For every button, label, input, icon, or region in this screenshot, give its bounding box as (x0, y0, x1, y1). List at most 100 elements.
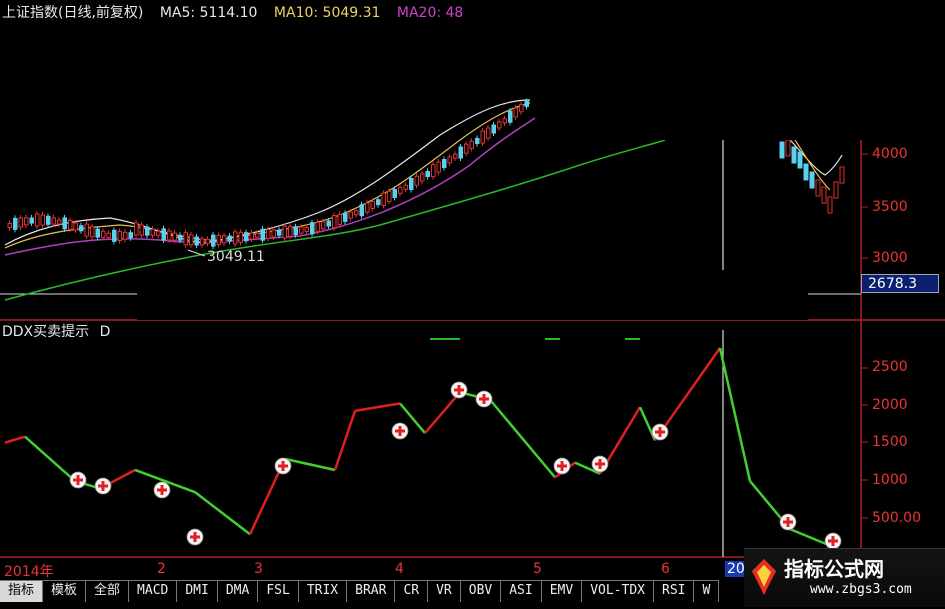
tab-rsi[interactable]: RSI (654, 580, 695, 602)
ddx-segment (333, 410, 357, 471)
candle-body (513, 107, 518, 118)
candle-body (392, 188, 397, 198)
tab-asi[interactable]: ASI (501, 580, 542, 602)
tab-w[interactable]: W (694, 580, 720, 602)
candle-body (365, 202, 370, 213)
candle-body (282, 225, 287, 239)
candle-body (403, 184, 408, 190)
candle-body (51, 217, 56, 225)
candle-body (178, 234, 183, 241)
tab-indicator[interactable]: 指标 (0, 580, 44, 602)
tab-obv[interactable]: OBV (460, 580, 502, 602)
candle-body (469, 140, 474, 149)
candle-body (833, 181, 839, 199)
candle-body (797, 151, 803, 169)
watermark-logo-icon (752, 559, 776, 595)
candle-body (101, 230, 106, 238)
ddx-buy-markers (69, 381, 842, 550)
buy-marker-icon (94, 477, 112, 495)
ddx-segment (354, 402, 401, 413)
current-price-box: 2678.3 (861, 274, 939, 293)
candle-body (288, 225, 293, 237)
candle-body (387, 190, 392, 202)
ma10-line (4, 102, 531, 249)
candle-body (348, 211, 353, 219)
tab-all[interactable]: 全部 (86, 580, 130, 602)
candle-body (150, 228, 155, 236)
chart-window: 上证指数(日线,前复权) MA5: 5114.10 MA10: 5049.31 … (0, 0, 945, 609)
candle-body (524, 100, 529, 107)
candle-body (354, 210, 359, 216)
candle-body (464, 143, 469, 154)
tab-brar[interactable]: BRAR (347, 580, 396, 602)
tab-macd[interactable]: MACD (129, 580, 178, 602)
price-label-4000: 4000 (872, 146, 908, 162)
candle-body (304, 226, 309, 232)
candle-body (475, 137, 480, 144)
candle-body (183, 232, 188, 246)
tab-cr[interactable]: CR (395, 580, 429, 602)
tab-dmi[interactable]: DMI (177, 580, 218, 602)
buy-marker-icon (824, 532, 842, 550)
indicator-title-suffix: D (99, 324, 111, 340)
candle-body (260, 228, 265, 241)
ddx-label-1500: 1500 (872, 434, 908, 450)
candle-body (337, 214, 342, 226)
candle-body (370, 200, 375, 209)
buy-marker-icon (391, 422, 409, 440)
candle-body (73, 222, 78, 231)
candle-body (414, 175, 419, 186)
watermark-title: 指标公式网 (784, 557, 884, 581)
candle-body (194, 236, 199, 246)
candle-body (508, 110, 513, 123)
candle-body (211, 234, 216, 247)
candle-body (409, 178, 414, 191)
candle-body (326, 220, 331, 227)
candle-body (779, 141, 785, 159)
buy-marker-icon (475, 390, 493, 408)
indicator-title-text: DDX买卖提示 (2, 324, 90, 340)
ddx-label-2500: 2500 (872, 359, 908, 375)
ma5-line (4, 99, 531, 246)
candle-body (381, 192, 386, 206)
candle-body (24, 217, 29, 226)
candle-body (117, 230, 122, 241)
candle-body (376, 199, 381, 206)
buy-marker-icon (591, 455, 609, 473)
candle-body (205, 238, 210, 244)
date-label-6: 6 (661, 561, 670, 577)
candle-body (398, 186, 403, 194)
hidden-region-2 (137, 270, 808, 320)
ddx-label-500: 500.00 (872, 510, 921, 526)
candle-body (486, 127, 491, 139)
candle-body (827, 196, 833, 214)
tab-vol-tdx[interactable]: VOL-TDX (582, 580, 654, 602)
candle-body (497, 121, 502, 129)
tab-dma[interactable]: DMA (217, 580, 259, 602)
candle-body (839, 166, 845, 184)
tab-emv[interactable]: EMV (541, 580, 583, 602)
candle-body (233, 231, 238, 245)
buy-marker-icon (153, 481, 171, 499)
ddx-segment (284, 457, 336, 472)
tab-template[interactable]: 模板 (43, 580, 87, 602)
candle-body (458, 146, 463, 159)
tab-fsl[interactable]: FSL (258, 580, 299, 602)
tab-trix[interactable]: TRIX (298, 580, 348, 602)
candle-body (123, 231, 128, 240)
low-price-marker: 3049.11 (207, 249, 265, 265)
price-label-3500: 3500 (872, 199, 908, 215)
candle-body (447, 156, 452, 164)
candle-body (266, 229, 271, 240)
candle-body (7, 222, 12, 228)
candle-body (255, 232, 260, 238)
indicator-title: DDX买卖提示 D (2, 324, 110, 340)
candle-body (491, 124, 496, 134)
candle-body (785, 139, 791, 157)
watermark-url: www.zbgs3.com (810, 582, 912, 597)
ddx-curve (4, 347, 836, 549)
candle-body (244, 232, 249, 242)
ddx-label-1000: 1000 (872, 472, 908, 488)
tab-vr[interactable]: VR (428, 580, 461, 602)
buy-marker-icon (779, 513, 797, 531)
